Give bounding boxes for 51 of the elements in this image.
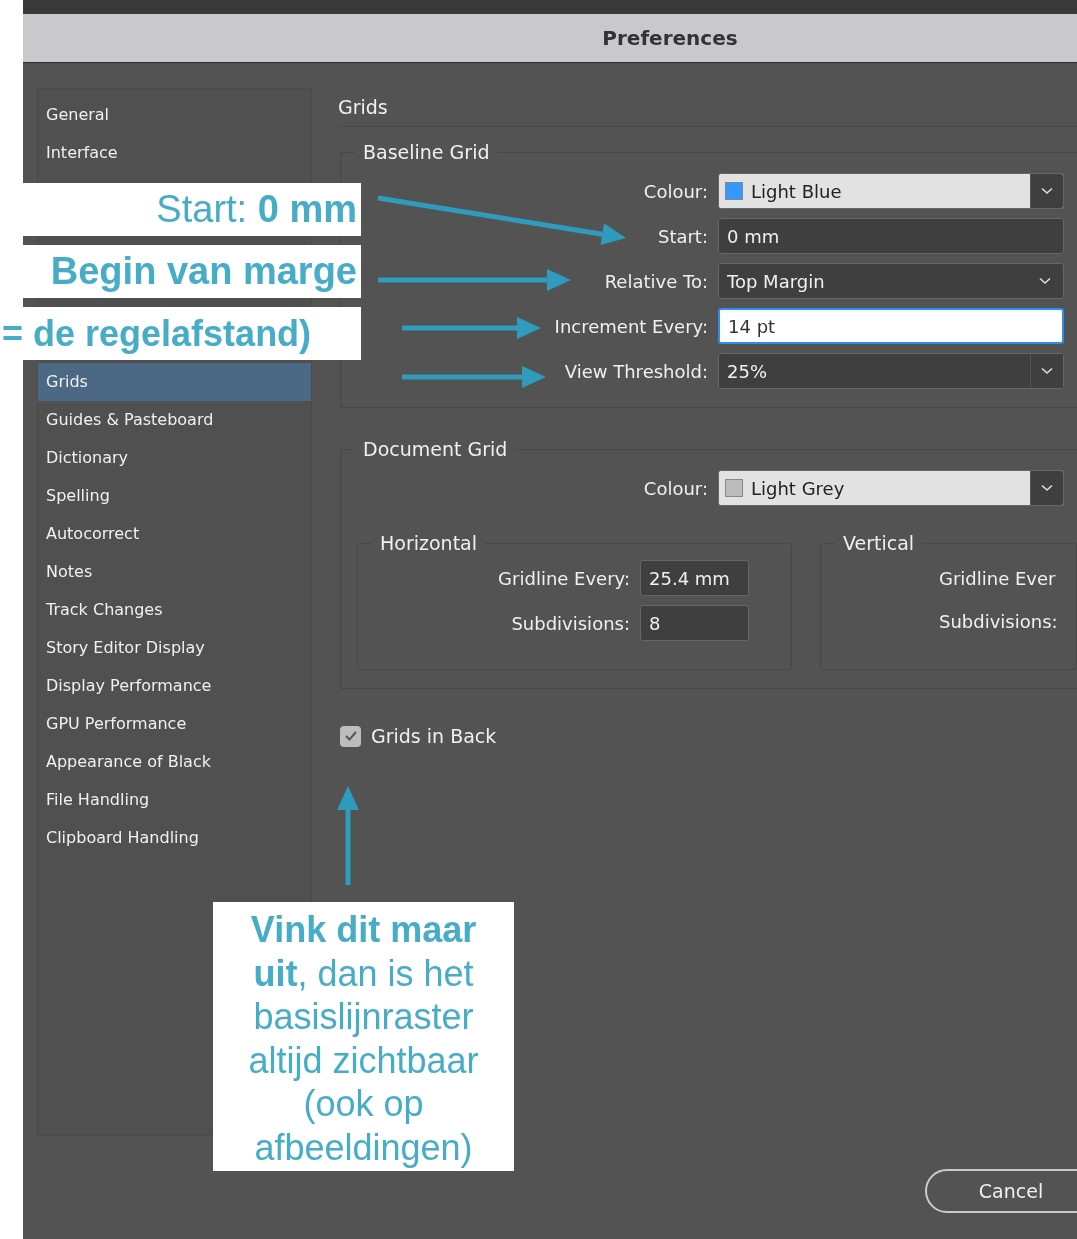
checkbox-label: Grids in Back xyxy=(371,725,497,747)
field-label: Colour: xyxy=(643,180,708,202)
sidebar-item[interactable]: File Handling xyxy=(38,781,311,819)
field-label: Subdivisions: xyxy=(511,612,630,634)
group-title: Document Grid xyxy=(362,438,509,460)
sidebar-item[interactable]: General xyxy=(38,96,311,134)
sidebar-item[interactable]: Spelling xyxy=(38,477,311,515)
field-label: Gridline Every: xyxy=(498,567,630,589)
sidebar-item[interactable]: Dictionary xyxy=(38,439,311,477)
input-field[interactable]: 14 pt xyxy=(718,308,1064,344)
input-field[interactable]: 25.4 mm xyxy=(640,560,749,596)
input-field[interactable]: 8 xyxy=(640,605,749,641)
sidebar-item[interactable]: Track Changes xyxy=(38,591,311,629)
field-label: Colour: xyxy=(643,477,708,499)
sidebar-item[interactable]: GPU Performance xyxy=(38,705,311,743)
sidebar-item[interactable]: Guides & Pasteboard xyxy=(38,401,311,439)
panel-title: Grids xyxy=(338,88,1077,127)
group-title: Vertical xyxy=(842,532,916,554)
sidebar-item[interactable]: Interface xyxy=(38,134,311,172)
sidebar-item[interactable]: Clipboard Handling xyxy=(38,819,311,857)
checkmark-icon xyxy=(343,730,358,742)
annotation-label: Begin van marge xyxy=(23,245,361,298)
field-label: Increment Every: xyxy=(554,315,708,337)
sidebar-item[interactable]: Notes xyxy=(38,553,311,591)
annotation-note: Vink dit maar uit, dan is het basislijnraster altijd zichtbaar (ook op afbeeldingen) xyxy=(213,902,514,1171)
group-title: Baseline Grid xyxy=(362,141,491,163)
sidebar-item[interactable]: Display Performance xyxy=(38,667,311,705)
chevron-down-icon xyxy=(1041,367,1053,375)
colour-dropdown[interactable]: Light Grey xyxy=(718,470,1064,506)
chevron-down-icon xyxy=(1039,277,1051,285)
group-title: Horizontal xyxy=(379,532,478,554)
input-field[interactable]: 0 mm xyxy=(718,218,1064,254)
field-label: Gridline Ever xyxy=(939,568,1056,589)
threshold-combo-box[interactable]: 25% xyxy=(718,353,1064,389)
relative-to-dropdown[interactable]: Top Margin xyxy=(718,263,1064,299)
annotation-label: = de regelafstand) xyxy=(0,307,361,360)
chevron-down-icon xyxy=(1041,187,1053,195)
annotation-label: Start: 0 mm xyxy=(23,183,361,236)
sidebar-item[interactable]: Appearance of Black xyxy=(38,743,311,781)
sidebar-item[interactable]: Grids xyxy=(38,363,311,401)
sidebar-item[interactable]: Autocorrect xyxy=(38,515,311,553)
window-title: Preferences xyxy=(601,26,738,50)
field-label: Subdivisions: xyxy=(939,611,1058,632)
colour-dropdown[interactable]: Light Blue xyxy=(718,173,1064,209)
checkbox[interactable] xyxy=(340,725,361,747)
field-label: Start: xyxy=(657,225,708,247)
field-label: View Threshold: xyxy=(564,360,708,382)
cancel-button[interactable]: Cancel xyxy=(925,1169,1077,1213)
sidebar-item[interactable]: Story Editor Display xyxy=(38,629,311,667)
chevron-down-icon xyxy=(1041,484,1053,492)
field-label: Relative To: xyxy=(604,270,708,292)
